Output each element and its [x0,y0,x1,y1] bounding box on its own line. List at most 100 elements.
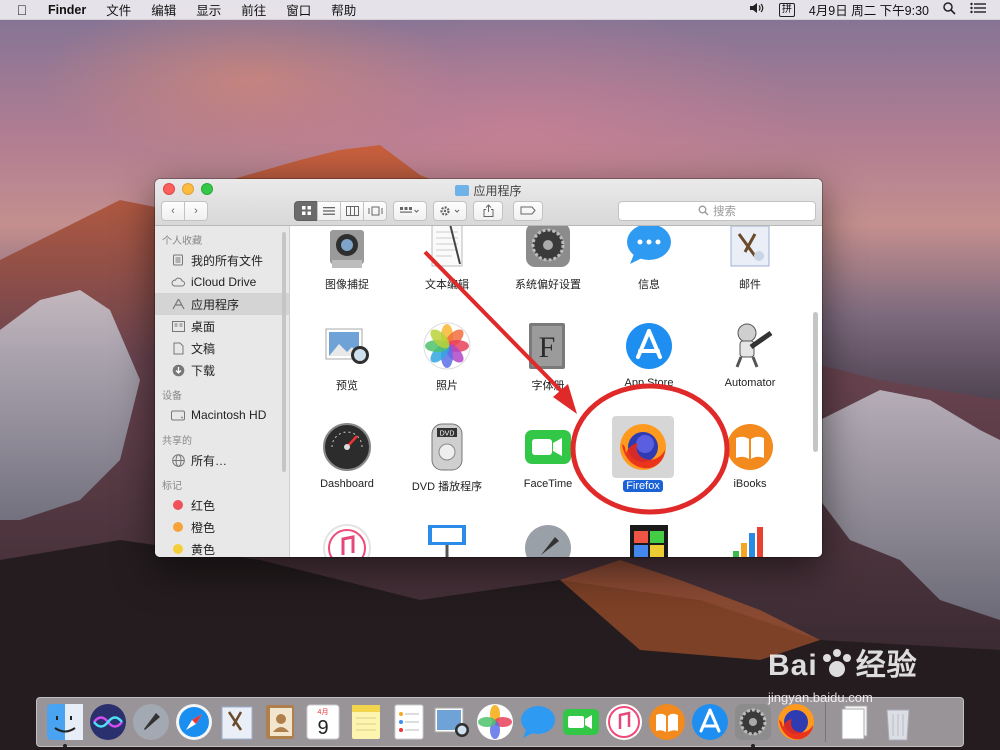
hard-drive-icon [171,409,185,422]
share-button[interactable] [473,200,503,221]
trash-icon[interactable] [878,702,918,742]
spotlight-icon[interactable] [943,1,956,18]
toolbar: ‹ › 搜索 [161,200,816,221]
sidebar-tag-yellow[interactable]: 黄色 [155,538,289,557]
sidebar-item-applications[interactable]: 应用程序 [155,293,289,315]
sidebar-tag-red[interactable]: 红色 [155,494,289,516]
app-automator[interactable]: Automator [700,321,800,389]
contacts-icon[interactable] [260,702,300,742]
sidebar-scrollbar[interactable] [282,232,286,472]
app-textedit[interactable]: 文本编辑 [397,226,497,292]
app-launchpad[interactable] [498,523,598,557]
sidebar-tag-orange[interactable]: 橙色 [155,516,289,538]
ibooks-icon[interactable] [647,702,687,742]
app-photos[interactable]: 照片 [397,321,497,393]
sidebar-item-shared-all[interactable]: 所有… [155,449,289,471]
app-preview[interactable]: 预览 [297,321,397,393]
dvd-player-icon: DVD [422,422,472,472]
reminders-icon[interactable] [389,702,429,742]
gallery-view-button[interactable] [363,200,387,221]
app-numbers[interactable] [700,523,800,557]
facetime-icon[interactable] [561,702,601,742]
search-field[interactable]: 搜索 [618,200,816,221]
app-facetime[interactable]: FaceTime [498,422,598,490]
menu-view[interactable]: 显示 [186,0,231,19]
app-dvd-player[interactable]: DVD DVD 播放程序 [397,422,497,494]
siri-icon[interactable] [88,702,128,742]
mail-icon[interactable] [217,702,257,742]
input-method-icon[interactable]: 拼 [778,2,795,17]
app-messages[interactable]: 信息 [599,226,699,292]
notification-center-icon[interactable] [970,2,986,17]
back-button[interactable]: ‹ [161,200,185,221]
forward-button[interactable]: › [184,200,208,221]
baidu-watermark: Bai 经验 jingyan.baidu.com [768,640,918,705]
calendar-icon[interactable]: 4月 9 [303,702,343,742]
app-ibooks[interactable]: iBooks [700,422,800,490]
ibooks-icon [725,422,775,472]
app-label: iBooks [733,478,767,490]
sidebar-item-all-files[interactable]: 我的所有文件 [155,249,289,271]
cloud-icon [171,276,185,289]
volume-icon[interactable] [749,2,765,17]
menu-file[interactable]: 文件 [96,0,141,19]
tags-button[interactable] [513,200,543,221]
sidebar-item-macintosh-hd[interactable]: Macintosh HD [155,404,289,426]
app-firefox[interactable]: Firefox [593,416,693,492]
sidebar-item-downloads[interactable]: 下载 [155,359,289,381]
app-itunes[interactable] [297,523,397,557]
app-keynote[interactable] [397,523,497,557]
menu-edit[interactable]: 编辑 [141,0,186,19]
finder-window: 应用程序 ‹ › 搜索 个人收藏 我的所有文件 iCloud Drive 应用程… [155,179,822,557]
tag-yellow-dot-icon [173,544,183,554]
sidebar-header-tags: 标记 [162,481,182,492]
system-preferences-icon [523,226,573,270]
messages-icon[interactable] [518,702,558,742]
menu-window[interactable]: 窗口 [276,0,321,19]
app-system-preferences[interactable]: 系统偏好设置 [498,226,598,292]
app-dashboard[interactable]: Dashboard [297,422,397,490]
menu-clock[interactable]: 4月9日 周二 下午9:30 [809,0,929,19]
sidebar-item-documents[interactable]: 文稿 [155,337,289,359]
menu-app-name[interactable]: Finder [44,3,96,17]
launchpad-icon [523,523,573,557]
finder-icon[interactable] [45,702,85,748]
action-gear-button[interactable] [433,200,467,221]
photo-booth-icon [624,523,674,557]
sidebar-label: 黄色 [191,542,216,557]
preview-icon [322,321,372,371]
watermark-logo-text: Bai [768,649,818,682]
sidebar-header-favorites: 个人收藏 [162,236,202,247]
list-view-button[interactable] [317,200,341,221]
launchpad-icon[interactable] [131,702,171,742]
app-image-capture[interactable]: 图像捕捉 [297,226,397,292]
column-view-button[interactable] [340,200,364,221]
sidebar-item-icloud-drive[interactable]: iCloud Drive [155,271,289,293]
messages-icon [624,226,674,270]
itunes-icon[interactable] [604,702,644,742]
menu-help[interactable]: 帮助 [321,0,366,19]
app-photo-booth[interactable] [599,523,699,557]
app-app-store[interactable]: App Store [599,321,699,389]
sidebar-header-devices: 设备 [162,391,182,402]
safari-icon[interactable] [174,702,214,742]
document-stack-icon[interactable] [835,702,875,742]
icon-view-button[interactable] [294,200,318,221]
preview-icon[interactable] [432,702,472,742]
app-label: 图像捕捉 [325,279,369,291]
arrange-button[interactable] [393,200,427,221]
system-preferences-icon[interactable] [733,702,773,748]
menu-go[interactable]: 前往 [231,0,276,19]
app-font-book[interactable]: F 字体册 [498,321,598,393]
app-label: 邮件 [739,279,761,291]
firefox-icon[interactable] [776,702,816,742]
apple-menu-icon[interactable]:  [0,2,44,18]
app-mail[interactable]: 邮件 [700,226,800,292]
photos-icon[interactable] [475,702,515,742]
folder-icon [455,185,470,196]
notes-icon[interactable] [346,702,386,742]
app-store-icon[interactable] [690,702,730,742]
content-scrollbar[interactable] [813,312,818,452]
sidebar-item-desktop[interactable]: 桌面 [155,315,289,337]
calendar-day: 9 [317,717,328,739]
